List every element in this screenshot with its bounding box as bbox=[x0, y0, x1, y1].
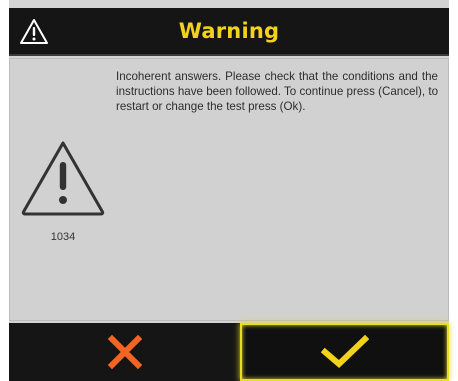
dialog-content: Incoherent answers. Please check that th… bbox=[9, 58, 449, 321]
warning-screen: Warning Incoherent answers. Please check… bbox=[0, 0, 458, 381]
cancel-button[interactable] bbox=[9, 323, 240, 381]
dialog-title-bar: Warning bbox=[9, 8, 449, 56]
warning-icon bbox=[21, 141, 105, 216]
right-frame bbox=[449, 0, 458, 381]
dialog-title: Warning bbox=[178, 19, 280, 43]
check-icon bbox=[320, 335, 369, 369]
close-icon bbox=[107, 334, 142, 370]
ok-button[interactable] bbox=[240, 323, 449, 381]
warning-message: Incoherent answers. Please check that th… bbox=[116, 70, 439, 113]
error-code: 1034 bbox=[50, 231, 76, 243]
left-frame bbox=[0, 0, 9, 381]
dialog-button-bar bbox=[9, 323, 449, 381]
warning-dialog: Warning Incoherent answers. Please check… bbox=[0, 0, 458, 381]
